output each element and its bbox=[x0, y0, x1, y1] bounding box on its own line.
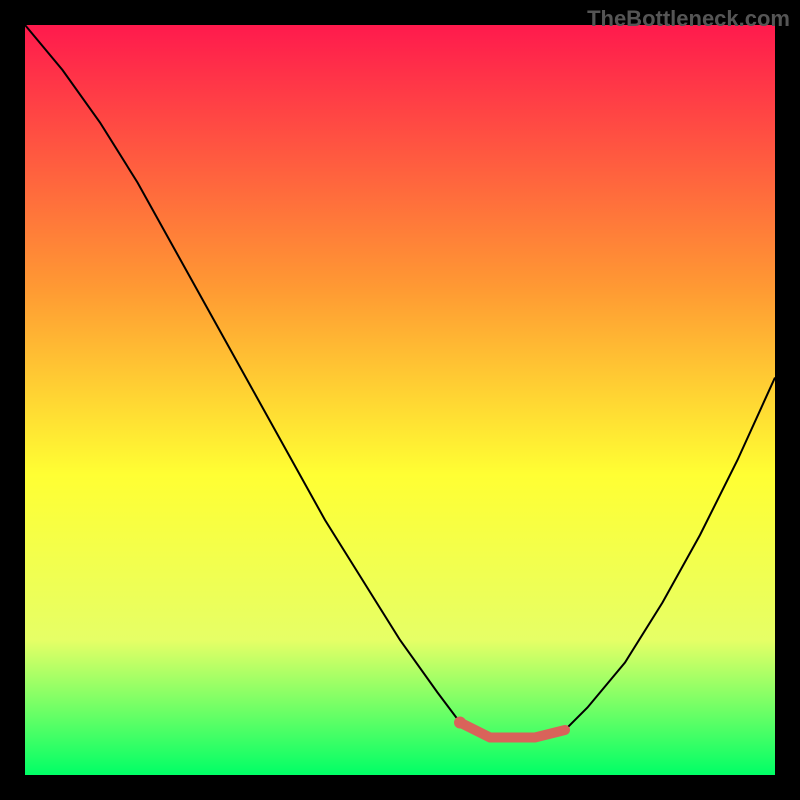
plot-background bbox=[25, 25, 775, 775]
chart-container: TheBottleneck.com bbox=[0, 0, 800, 800]
chart-plot bbox=[25, 25, 775, 775]
marker-dot bbox=[454, 717, 466, 729]
watermark-text: TheBottleneck.com bbox=[587, 6, 790, 32]
